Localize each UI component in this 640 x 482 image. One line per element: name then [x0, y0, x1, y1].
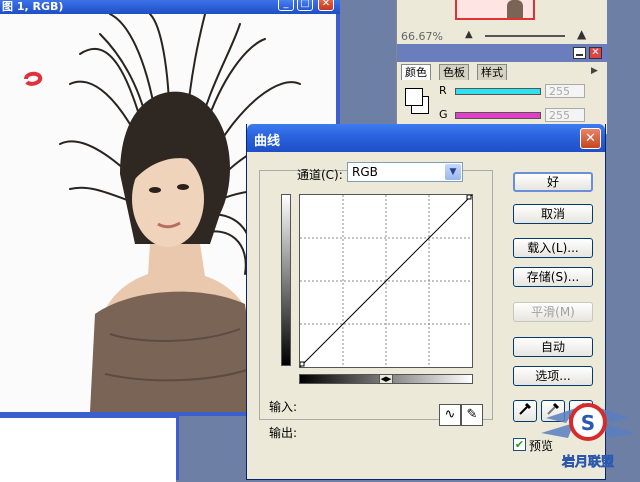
- dialog-close-button[interactable]: ✕: [580, 128, 601, 149]
- document-titlebar[interactable]: 图 1, RGB) _ □ ✕: [0, 0, 340, 14]
- panel-menu-arrow-icon[interactable]: ▶: [591, 66, 598, 76]
- secondary-document-area: [0, 416, 176, 482]
- curve-control-point[interactable]: [466, 194, 472, 200]
- channel-g-value[interactable]: 255: [545, 108, 585, 122]
- close-button[interactable]: ✕: [318, 0, 334, 11]
- tab-styles[interactable]: 样式: [477, 64, 507, 80]
- channel-r-value[interactable]: 255: [545, 84, 585, 98]
- document-title: 图 1, RGB): [2, 0, 64, 13]
- zoom-in-icon[interactable]: ▲: [577, 27, 586, 41]
- black-eyedropper-icon[interactable]: [513, 400, 537, 422]
- channel-g-slider[interactable]: [455, 112, 541, 119]
- maximize-button[interactable]: □: [297, 0, 313, 11]
- auto-button[interactable]: 自动: [513, 337, 593, 357]
- channel-value: RGB: [352, 165, 378, 179]
- gradient-toggle-icon[interactable]: ◀▶: [379, 374, 393, 384]
- zoom-level[interactable]: 66.67%: [401, 30, 443, 43]
- panel-minimize-button[interactable]: [573, 47, 586, 59]
- svg-text:岩月联盟: 岩月联盟: [561, 454, 614, 470]
- channel-g-label: G: [439, 108, 448, 121]
- ok-button[interactable]: 好: [513, 172, 593, 192]
- load-button[interactable]: 载入(L)...: [513, 238, 593, 258]
- channel-r-slider[interactable]: [455, 88, 541, 95]
- curve-grid[interactable]: [299, 194, 473, 368]
- smooth-button[interactable]: 平滑(M): [513, 302, 593, 322]
- dialog-title: 曲线: [254, 134, 281, 149]
- color-panel-titlebar[interactable]: ✕: [397, 44, 607, 62]
- zoom-slider[interactable]: [485, 35, 565, 37]
- channel-r-label: R: [439, 84, 447, 97]
- preview-checkbox[interactable]: ✔: [513, 438, 526, 451]
- output-label: 输出:: [269, 426, 298, 440]
- pencil-icon[interactable]: ✎: [461, 404, 483, 426]
- watermark-logo-icon: S 岩月联盟: [541, 403, 635, 470]
- input-label: 输入:: [269, 400, 298, 414]
- curve-control-point[interactable]: [299, 361, 305, 367]
- channel-select[interactable]: RGB ▼: [347, 162, 463, 182]
- save-button[interactable]: 存储(S)...: [513, 267, 593, 287]
- output-gradient-bar: [281, 194, 291, 366]
- tab-swatches[interactable]: 色板: [439, 64, 469, 80]
- panel-close-button[interactable]: ✕: [589, 47, 602, 59]
- svg-text:S: S: [581, 411, 595, 435]
- thumbnail-figure: [507, 0, 523, 18]
- zoom-out-icon[interactable]: ▲: [465, 29, 473, 40]
- curve-point-tool-icon[interactable]: ∿: [439, 404, 461, 426]
- color-panel: ✕ 颜色 色板 样式 ▶ R 255 G 255: [396, 44, 607, 134]
- navigator-thumbnail[interactable]: [455, 0, 535, 20]
- curve-graph[interactable]: [299, 194, 473, 368]
- channel-label: 通道(C):: [297, 168, 343, 182]
- navigator-panel: 66.67% ▲ ▲: [396, 0, 607, 44]
- minimize-button[interactable]: _: [278, 0, 294, 11]
- cancel-button[interactable]: 取消: [513, 204, 593, 224]
- dialog-titlebar[interactable]: 曲线 ✕: [247, 124, 605, 152]
- foreground-color-swatch[interactable]: [405, 88, 423, 106]
- workspace-background: [176, 416, 251, 480]
- chevron-down-icon[interactable]: ▼: [445, 164, 461, 180]
- red-brush-mark-icon: [24, 71, 43, 86]
- tab-color[interactable]: 颜色: [401, 64, 431, 80]
